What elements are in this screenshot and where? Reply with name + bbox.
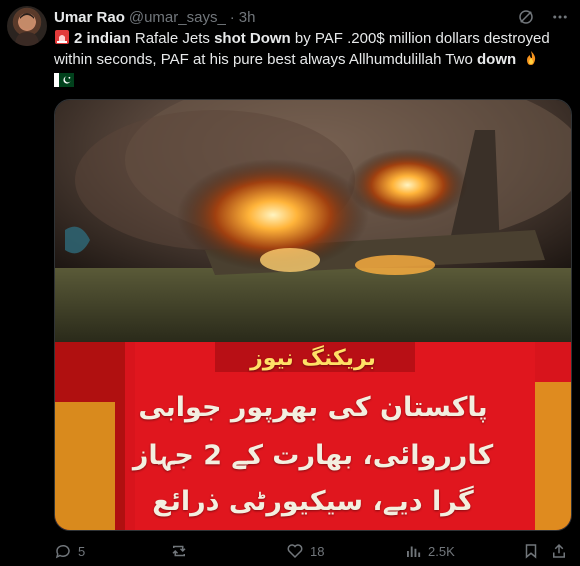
tweet[interactable]: Umar Rao @umar_says_ · 3h 2 indian Rafal… <box>0 0 580 566</box>
reply-count: 5 <box>78 543 86 559</box>
tweet-actions: 5 18 2.5K <box>54 540 570 562</box>
breaking-news-banner: بریکنگ نیوز پاکستان کی بھرپور جوابی کارر… <box>55 342 571 530</box>
tweet-bold-3: shot Down <box>214 30 291 47</box>
separator-dot: · <box>229 8 235 26</box>
tweet-header: Umar Rao @umar_says_ · 3h <box>54 7 570 27</box>
heart-icon <box>287 544 303 559</box>
siren-emoji <box>54 29 70 45</box>
like-button[interactable]: 18 <box>286 540 324 562</box>
like-count: 18 <box>310 543 325 559</box>
tweet-text-2: Rafale Jets <box>130 30 215 47</box>
tweet-media[interactable]: بریکنگ نیوز پاکستان کی بھرپور جوابی کارر… <box>54 99 572 531</box>
breaking-news-line-1: پاکستان کی بھرپور جوابی <box>138 392 488 423</box>
views-button[interactable]: 2.5K <box>404 540 455 562</box>
breaking-news-line-3: گرا دیے، سیکیورٹی ذرائع <box>152 486 474 517</box>
reply-icon <box>55 544 70 559</box>
bookmark-icon <box>525 544 537 559</box>
grok-icon[interactable] <box>516 7 536 27</box>
retweet-button[interactable] <box>170 540 194 562</box>
avatar[interactable] <box>7 6 47 46</box>
tweet-bold-1: 2 indian <box>74 30 131 47</box>
reply-button[interactable]: 5 <box>54 540 85 562</box>
pakistan-flag-emoji <box>54 72 74 87</box>
retweet-icon <box>172 545 186 557</box>
header-icons <box>516 7 570 27</box>
tweet-bold-5: down <box>477 51 517 68</box>
share-icon <box>553 543 565 558</box>
tweet-text: 2 indian Rafale Jets shot Down by PAF .2… <box>54 28 569 91</box>
views-count: 2.5K <box>428 543 455 559</box>
breaking-news-title: بریکنگ نیوز <box>250 346 376 371</box>
burning-jet-wreckage-image[interactable] <box>55 100 571 342</box>
author-handle[interactable]: @umar_says_ <box>129 9 226 26</box>
breaking-news-line-2: کارروائی، بھارت کے 2 جہاز <box>132 440 494 471</box>
bookmark-button[interactable] <box>522 540 540 562</box>
fire-emoji <box>523 50 539 66</box>
author-display-name[interactable]: Umar Rao <box>54 9 125 26</box>
share-button[interactable] <box>550 540 568 562</box>
tweet-timestamp[interactable]: 3h <box>239 9 256 26</box>
views-icon <box>407 546 421 557</box>
more-icon[interactable] <box>550 7 570 27</box>
